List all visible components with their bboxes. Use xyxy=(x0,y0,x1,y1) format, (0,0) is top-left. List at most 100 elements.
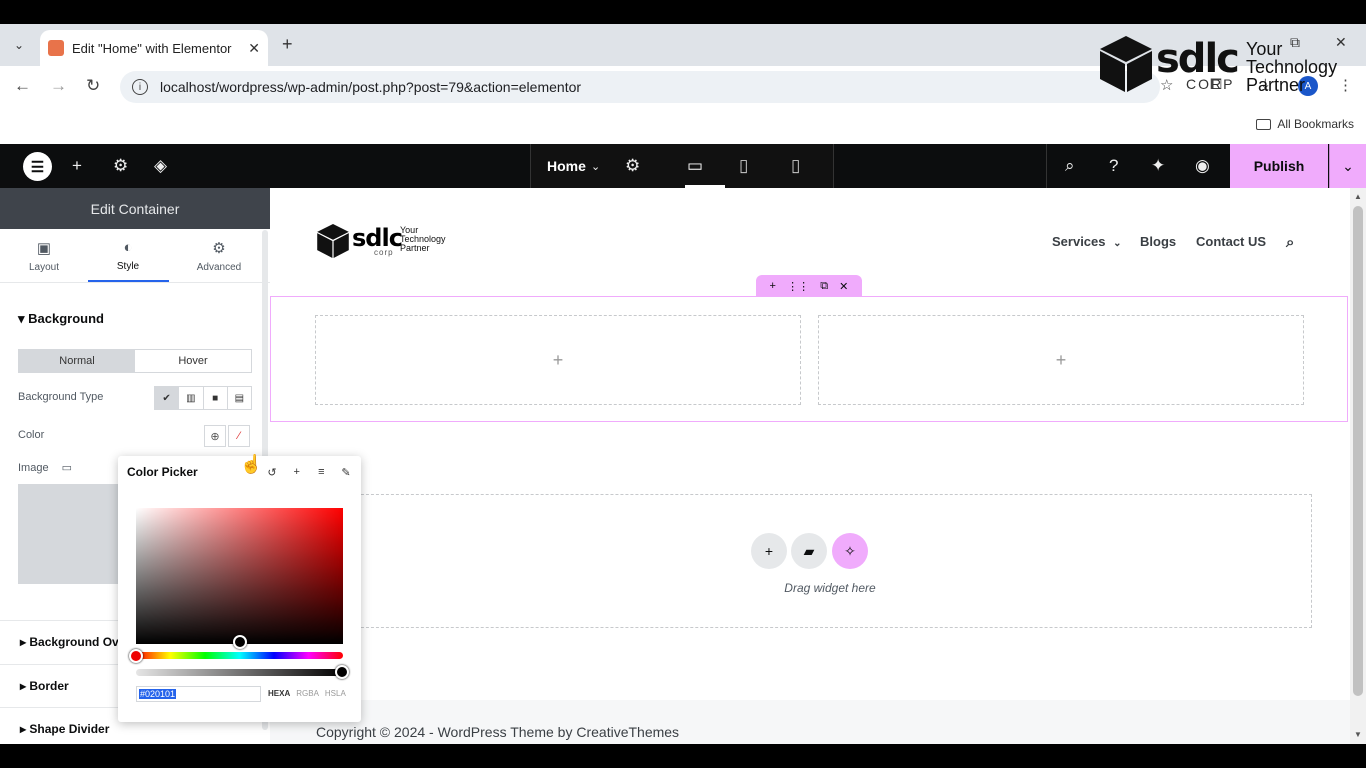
eyedropper-icon[interactable]: ✎ xyxy=(338,464,354,480)
tab-search-dropdown-icon[interactable]: ⌄ xyxy=(8,34,30,56)
selected-container[interactable]: + + xyxy=(270,296,1348,422)
page-settings-icon[interactable]: ⚙ xyxy=(625,156,640,176)
bookmarks-bar: All Bookmarks xyxy=(0,108,1366,144)
border-label: Border xyxy=(29,679,69,693)
duplicate-icon[interactable]: ⧉ xyxy=(820,280,828,293)
saturation-knob[interactable] xyxy=(233,635,247,649)
menu-item-contact[interactable]: Contact US xyxy=(1196,234,1266,249)
color-label: Color xyxy=(18,429,45,441)
menu-item-blogs[interactable]: Blogs xyxy=(1140,234,1176,249)
url-text[interactable]: localhost/wordpress/wp-admin/post.php?po… xyxy=(160,79,581,95)
tablet-view-icon[interactable]: ▯ xyxy=(739,156,748,176)
publish-button[interactable]: Publish xyxy=(1230,144,1328,188)
mode-hsla[interactable]: HSLA xyxy=(325,689,346,698)
tab-close-icon[interactable]: ✕ xyxy=(248,40,260,57)
hex-input[interactable]: #020101 xyxy=(136,686,261,702)
address-bar[interactable]: i localhost/wordpress/wp-admin/post.php?… xyxy=(120,71,1160,103)
tab-advanced[interactable]: ⚙ Advanced xyxy=(179,239,259,273)
publish-options-chevron-icon[interactable]: ⌄ xyxy=(1329,144,1366,188)
tab-layout[interactable]: ▣ Layout xyxy=(4,239,84,273)
color-picker-title: Color Picker xyxy=(127,465,198,479)
saturation-area[interactable] xyxy=(136,508,343,644)
video-icon[interactable]: ■ xyxy=(204,387,228,409)
site-settings-icon[interactable]: ⚙ xyxy=(113,156,128,176)
panel-tabs: ▣ Layout ◐ Style ⚙ Advanced xyxy=(0,229,270,283)
drag-widget-text: Drag widget here xyxy=(784,581,876,595)
editor-tools: ⌕ ? ✦ ◉ xyxy=(1046,144,1230,188)
letterbox-top xyxy=(0,0,1366,24)
menu-item-services[interactable]: Services ⌄ xyxy=(1052,234,1122,249)
structure-layers-icon[interactable]: ◈ xyxy=(154,156,167,176)
desktop-view-icon[interactable]: ▭ xyxy=(687,156,703,176)
preview-eye-icon[interactable]: ◉ xyxy=(1195,156,1210,176)
elementor-logo-icon[interactable]: ☰ xyxy=(23,152,52,181)
color-mode-switcher: HEXA RGBA HSLA xyxy=(268,689,346,698)
hand-cursor-icon: ☝ xyxy=(240,454,263,474)
template-library-folder-icon[interactable]: ▰ xyxy=(791,533,827,569)
site-footer: Copyright © 2024 - WordPress Theme by Cr… xyxy=(270,700,1350,744)
hover-tab[interactable]: Hover xyxy=(135,350,251,372)
mobile-view-icon[interactable]: ▯ xyxy=(791,156,800,176)
site-logo[interactable]: sdlc corp Your Technology Partner xyxy=(316,222,456,262)
responsive-desktop-icon[interactable]: ▭ xyxy=(62,462,72,474)
site-info-icon[interactable]: i xyxy=(132,79,148,95)
color-swatch-button[interactable]: ⁄ xyxy=(228,425,250,447)
site-logo-tagline: Your Technology Partner xyxy=(400,225,446,253)
watermark-tagline: Your Technology Partner xyxy=(1246,39,1338,95)
column-2-add-icon[interactable]: + xyxy=(818,315,1304,405)
slideshow-icon[interactable]: ▤ xyxy=(228,387,251,409)
drop-area[interactable]: + ▰ ✧ Drag widget here xyxy=(346,494,1312,628)
color-controls: ⊕ ⁄ xyxy=(204,425,252,447)
help-icon[interactable]: ? xyxy=(1109,156,1118,176)
page-name[interactable]: Home xyxy=(547,158,586,174)
gradient-icon[interactable]: ▥ xyxy=(179,387,204,409)
shape-divider-label: Shape Divider xyxy=(29,722,110,736)
classic-brush-icon[interactable]: ✔ xyxy=(155,387,180,409)
add-container-icon[interactable]: + xyxy=(770,280,776,292)
alpha-slider[interactable] xyxy=(136,669,343,676)
forward-icon[interactable]: → xyxy=(50,76,67,96)
reload-icon[interactable]: ↻ xyxy=(86,76,100,96)
scroll-down-icon[interactable]: ▼ xyxy=(1354,730,1362,739)
notifications-icon[interactable]: ✦ xyxy=(1151,156,1165,176)
alpha-knob[interactable] xyxy=(335,665,349,679)
all-bookmarks[interactable]: All Bookmarks xyxy=(1256,117,1354,131)
chevron-down-icon[interactable]: ⌄ xyxy=(591,160,600,173)
letterbox-bottom xyxy=(0,744,1366,768)
hex-value[interactable]: #020101 xyxy=(139,689,177,699)
new-tab-icon[interactable]: + xyxy=(282,34,293,55)
panel-header: Edit Container xyxy=(0,188,270,229)
delete-container-icon[interactable]: ✕ xyxy=(839,280,848,293)
browser-tab[interactable]: Edit "Home" with Elementor ✕ xyxy=(40,30,268,66)
tab-title: Edit "Home" with Elementor xyxy=(72,40,232,56)
elementor-top-bar: ☰ + ⚙ ◈ Home ⌄ ⚙ ▭ ▯ ▯ ⌕ ? ✦ ◉ Publish ⌄ xyxy=(0,144,1366,188)
watermark-logo: sdlc CORP Your Technology Partner xyxy=(1098,30,1348,100)
scroll-up-icon[interactable]: ▲ xyxy=(1354,192,1362,201)
ai-sparkle-icon[interactable]: ✧ xyxy=(832,533,868,569)
search-icon[interactable]: ⌕ xyxy=(1065,156,1075,176)
global-colors-icon[interactable]: ⊕ xyxy=(204,425,226,447)
hue-knob[interactable] xyxy=(129,649,143,663)
scrollbar-thumb[interactable] xyxy=(1353,206,1363,696)
cube-logo-icon xyxy=(1100,36,1152,92)
color-library-icon[interactable]: ≡ xyxy=(313,464,329,480)
drag-handle-icon[interactable]: ⋮⋮ xyxy=(787,280,809,293)
background-section-toggle[interactable]: ▾ Background xyxy=(18,311,104,327)
add-element-icon[interactable]: + xyxy=(72,156,82,176)
mode-hexa[interactable]: HEXA xyxy=(268,689,290,698)
reset-icon[interactable]: ↺ xyxy=(264,464,280,480)
normal-tab[interactable]: Normal xyxy=(19,350,135,372)
layout-icon: ▣ xyxy=(36,240,52,257)
site-search-icon[interactable]: ⌕ xyxy=(1286,234,1294,251)
add-section-icon[interactable]: + xyxy=(751,533,787,569)
add-global-color-icon[interactable]: + xyxy=(289,464,305,480)
tab-style[interactable]: ◐ Style xyxy=(88,239,168,272)
hue-slider[interactable] xyxy=(136,652,343,659)
column-1-add-icon[interactable]: + xyxy=(315,315,801,405)
back-icon[interactable]: ← xyxy=(14,76,31,96)
canvas-scrollbar[interactable]: ▲ ▼ xyxy=(1350,188,1366,744)
color-picker-tools: ↺ + ≡ ✎ xyxy=(264,464,354,480)
style-icon: ◐ xyxy=(123,239,133,256)
mode-rgba[interactable]: RGBA xyxy=(296,689,319,698)
image-label: Image ▭ xyxy=(18,461,72,474)
